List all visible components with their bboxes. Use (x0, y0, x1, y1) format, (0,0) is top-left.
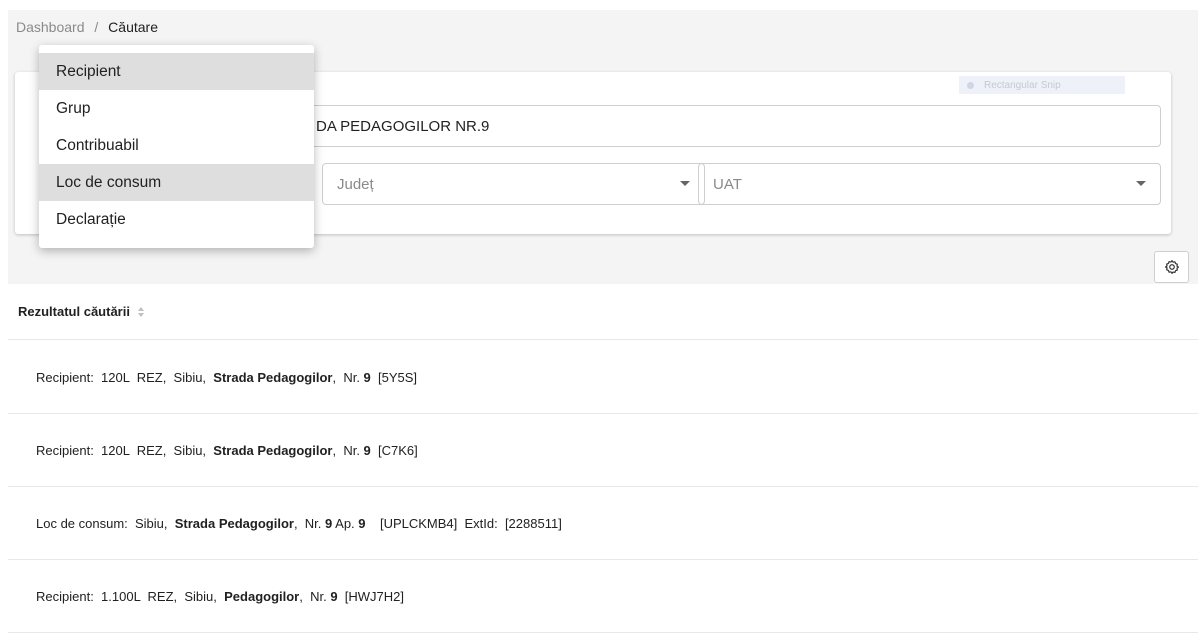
result-text: , Nr. (293, 515, 326, 531)
result-street: Pedagogilor (224, 588, 300, 604)
result-text: Recipient: 120L REZ, Sibiu, (36, 442, 214, 458)
snip-dot-icon (967, 81, 974, 89)
uat-placeholder: UAT (713, 175, 742, 193)
settings-button[interactable] (1154, 251, 1189, 283)
sort-icon (137, 306, 144, 317)
judet-select[interactable]: Județ (322, 163, 705, 205)
result-text: Recipient: 120L REZ, Sibiu, (36, 369, 214, 385)
result-number: 9 (325, 515, 333, 531)
menu-item-recipient[interactable]: Recipient (39, 53, 314, 90)
judet-placeholder: Județ (337, 175, 374, 193)
result-row[interactable]: Recipient: 120L REZ, Sibiu, Strada Pedag… (8, 341, 1198, 414)
menu-item-declaratie[interactable]: Declarație (39, 201, 314, 238)
chevron-down-icon (680, 181, 690, 186)
result-code: [UPLCKMB4] ExtId: [2288511] (365, 515, 562, 531)
result-street: Strada Pedagogilor (213, 369, 333, 385)
results-column-header[interactable]: Rezultatul căutării (8, 284, 1198, 340)
snip-label: Rectangular Snip (984, 79, 1061, 91)
result-street: Strada Pedagogilor (213, 442, 333, 458)
result-text: Loc de consum: Sibiu, (36, 515, 175, 531)
result-row[interactable]: Recipient: 120L REZ, Sibiu, Strada Pedag… (8, 414, 1198, 487)
result-number: 9 (363, 442, 371, 458)
search-type-dropdown-menu: Recipient Grup Contribuabil Loc de consu… (39, 45, 314, 248)
result-number: 9 (330, 588, 338, 604)
result-row[interactable]: Loc de consum: Sibiu, Strada Pedagogilor… (8, 487, 1198, 560)
result-row[interactable]: Recipient: 1.100L REZ, Sibiu, Pedagogilo… (8, 560, 1198, 633)
result-text: , Nr. (299, 588, 331, 604)
result-code: [C7K6] (370, 442, 418, 458)
menu-item-loc-de-consum[interactable]: Loc de consum (39, 164, 314, 201)
breadcrumb-separator: / (94, 19, 99, 35)
result-number: 9 (363, 369, 371, 385)
result-code: [HWJ7H2] (337, 588, 405, 604)
breadcrumb-dashboard-link[interactable]: Dashboard (16, 19, 85, 35)
results-header-label: Rezultatul căutării (18, 304, 130, 319)
rectangular-snip-overlay: Rectangular Snip (959, 76, 1125, 94)
breadcrumb: Dashboard / Căutare (16, 19, 158, 35)
result-text: Recipient: 1.100L REZ, Sibiu, (36, 588, 225, 604)
result-text: , Nr. (332, 369, 364, 385)
result-text: Ap. (332, 515, 359, 531)
result-text: , Nr. (332, 442, 364, 458)
result-street: Strada Pedagogilor (174, 515, 294, 531)
menu-item-contribuabil[interactable]: Contribuabil (39, 127, 314, 164)
result-apartment: 9 (358, 515, 366, 531)
search-input-value: DA PEDAGOGILOR NR.9 (316, 117, 490, 135)
menu-item-grup[interactable]: Grup (39, 90, 314, 127)
gear-icon (1164, 260, 1179, 274)
uat-select[interactable]: UAT (698, 163, 1161, 205)
chevron-down-icon (1136, 181, 1146, 186)
search-input[interactable]: DA PEDAGOGILOR NR.9 (295, 105, 1161, 147)
breadcrumb-current: Căutare (108, 19, 158, 35)
result-code: [5Y5S] (370, 369, 418, 385)
